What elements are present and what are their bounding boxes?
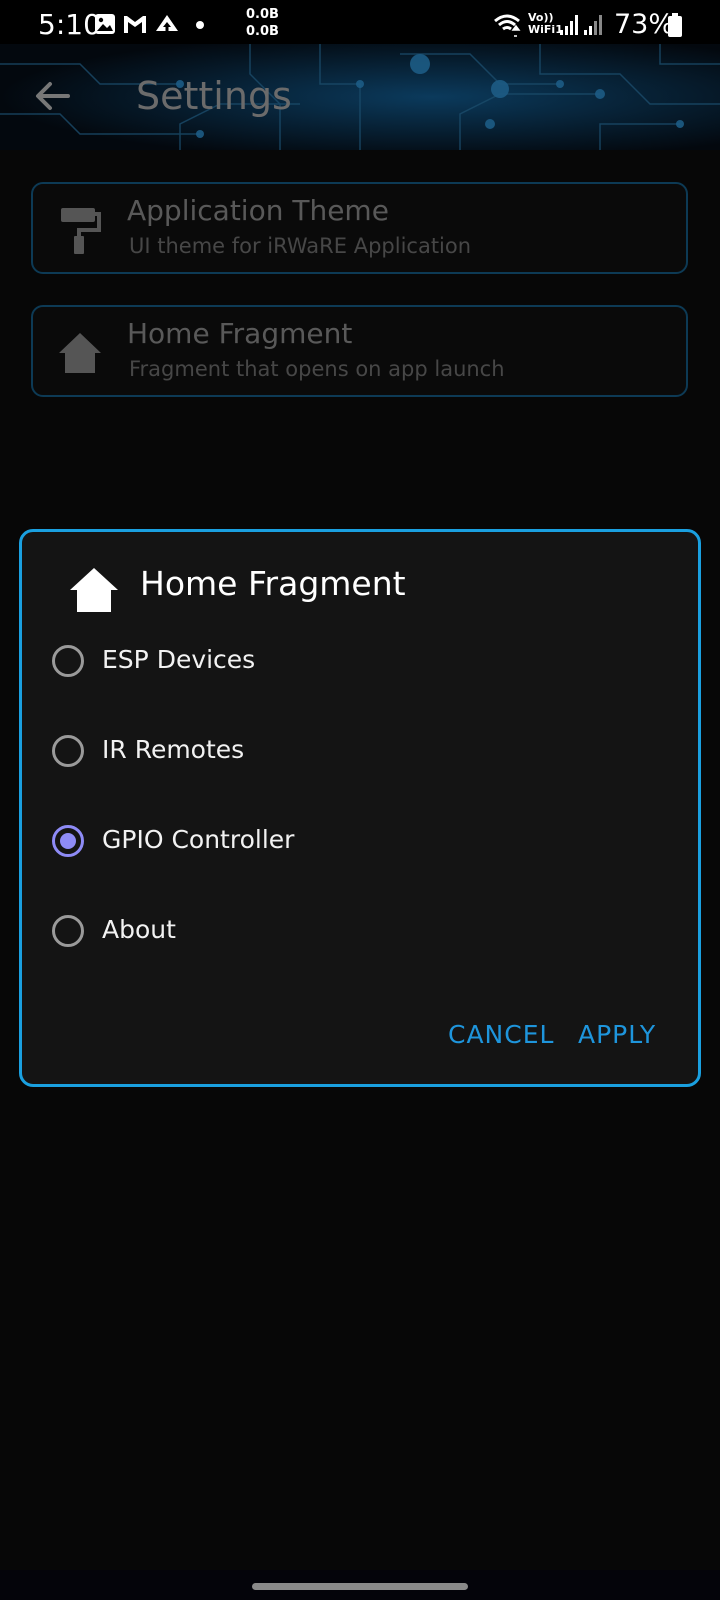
- option-label: IR Remotes: [102, 735, 245, 764]
- setting-home-fragment[interactable]: Home Fragment Fragment that opens on app…: [31, 305, 688, 397]
- home-fragment-dialog: Home Fragment ESP Devices IR Remotes GPI…: [19, 529, 701, 1087]
- setting-title: Application Theme: [127, 194, 389, 227]
- setting-subtitle: UI theme for iRWaRE Application: [129, 234, 472, 258]
- signal-strength-icon: [560, 15, 578, 35]
- battery-icon: [668, 13, 682, 37]
- option-ir-remotes[interactable]: IR Remotes: [52, 725, 652, 785]
- home-icon: [70, 568, 118, 612]
- status-time: 5:10: [38, 8, 101, 41]
- gmail-icon: [124, 16, 146, 33]
- wifi-calling-label: WiFi1: [528, 23, 563, 36]
- cancel-button[interactable]: CANCEL: [448, 1020, 554, 1049]
- option-label: ESP Devices: [102, 645, 256, 674]
- volte-wifi-label: Vo)) WiFi1: [528, 12, 563, 36]
- home-icon: [59, 333, 101, 373]
- network-speed: 0.0B 0.0B: [246, 6, 279, 40]
- back-arrow-icon[interactable]: [34, 80, 70, 112]
- radio-button[interactable]: [52, 645, 84, 677]
- setting-title: Home Fragment: [127, 317, 353, 350]
- apply-button[interactable]: APPLY: [578, 1020, 656, 1049]
- option-gpio-controller[interactable]: GPIO Controller: [52, 815, 652, 875]
- radio-button[interactable]: [52, 915, 84, 947]
- radio-button-selected[interactable]: [52, 825, 84, 857]
- dialog-title: Home Fragment: [140, 564, 406, 603]
- app-bar: Settings: [0, 44, 720, 150]
- option-label: About: [102, 915, 176, 944]
- radio-button[interactable]: [52, 735, 84, 767]
- setting-application-theme[interactable]: Application Theme UI theme for iRWaRE Ap…: [31, 182, 688, 274]
- page-title: Settings: [136, 74, 292, 118]
- signal-strength-sim2-icon: [584, 15, 602, 35]
- paint-roller-icon: [61, 208, 101, 254]
- notification-dot-icon: [196, 21, 204, 29]
- gallery-icon: [95, 14, 115, 34]
- speed-down: 0.0B: [246, 24, 279, 39]
- setting-subtitle: Fragment that opens on app launch: [129, 357, 505, 381]
- home-upload-icon: [156, 15, 178, 31]
- home-indicator[interactable]: [252, 1583, 468, 1590]
- speed-up: 0.0B: [246, 7, 279, 22]
- option-about[interactable]: About: [52, 905, 652, 965]
- circuit-background: [0, 44, 720, 150]
- option-label: GPIO Controller: [102, 825, 295, 854]
- status-bar: 5:10 0.0B 0.0B Vo)) WiFi1 73%: [0, 0, 720, 50]
- option-esp-devices[interactable]: ESP Devices: [52, 635, 652, 695]
- battery-percentage: 73%: [614, 9, 675, 40]
- wifi-icon: [494, 14, 521, 37]
